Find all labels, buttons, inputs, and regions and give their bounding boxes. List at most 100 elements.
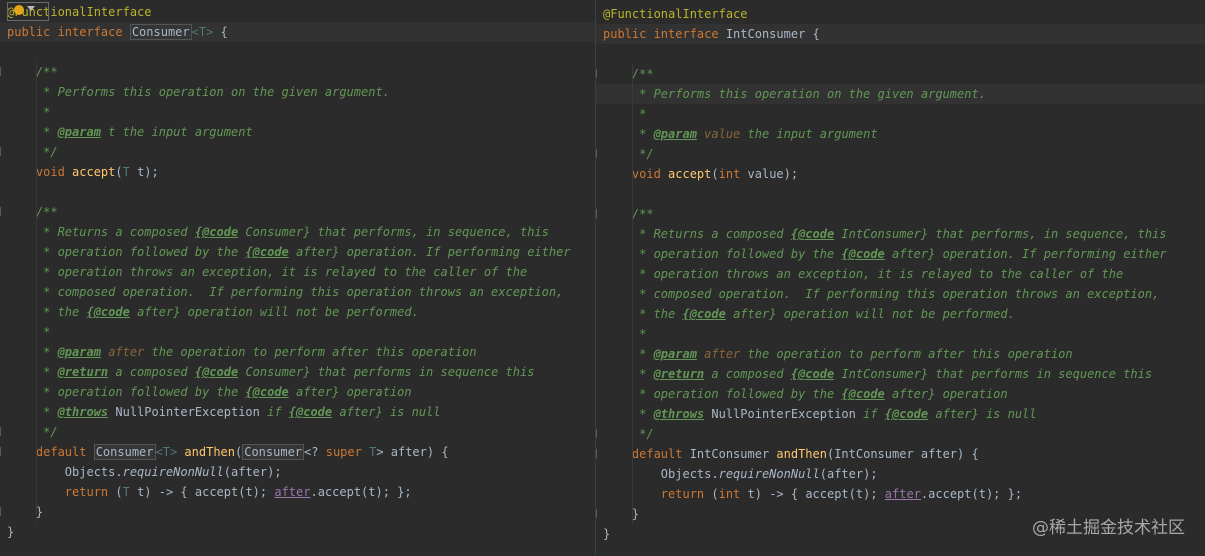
chevron-down-icon[interactable] [27, 6, 35, 11]
fold-marker-icon[interactable] [596, 429, 602, 438]
code-line[interactable]: */ [596, 424, 1205, 444]
code-line[interactable]: default IntConsumer andThen(IntConsumer … [596, 444, 1205, 464]
code-line[interactable]: */ [0, 422, 596, 442]
code-line[interactable] [596, 184, 1205, 204]
code-line[interactable]: /** [0, 62, 596, 82]
code-line[interactable]: */ [596, 144, 1205, 164]
code-line[interactable]: * the {@code after} operation will not b… [0, 302, 596, 322]
code-token: return [7, 485, 116, 499]
fold-marker-icon[interactable] [0, 507, 6, 516]
fold-marker-icon[interactable] [0, 67, 6, 76]
fold-marker-icon[interactable] [596, 449, 602, 458]
code-line[interactable]: * composed operation. If performing this… [0, 282, 596, 302]
fold-marker-icon[interactable] [596, 149, 602, 158]
code-line[interactable]: * operation followed by the {@code after… [0, 242, 596, 262]
left-code-area[interactable]: @FunctionalInterface public interface Con… [0, 2, 596, 542]
code-line[interactable]: @FunctionalInterface [0, 2, 596, 22]
code-line[interactable] [596, 44, 1205, 64]
code-token: @throws [653, 407, 705, 421]
code-token: Consumer [93, 444, 156, 460]
code-token: Consumer [242, 444, 305, 460]
fold-marker-icon[interactable] [596, 209, 602, 218]
code-line[interactable]: } [0, 522, 596, 542]
code-line[interactable] [0, 42, 596, 62]
code-token: (IntConsumer after) { [826, 447, 979, 461]
code-token: after} is null [332, 405, 441, 419]
indent-guide [36, 202, 37, 222]
code-line[interactable]: return (T t) -> { accept(t); after.accep… [0, 482, 596, 502]
code-line[interactable]: * @throws NullPointerException if {@code… [0, 402, 596, 422]
code-line[interactable]: return (int t) -> { accept(t); after.acc… [596, 484, 1205, 504]
code-token: after [274, 485, 311, 499]
fold-marker-icon[interactable] [0, 427, 6, 436]
indent-guide [632, 444, 633, 464]
code-line[interactable]: * operation throws an exception, it is r… [0, 262, 596, 282]
code-line[interactable]: * [0, 102, 596, 122]
fold-marker-icon[interactable] [0, 447, 6, 456]
fold-marker-icon[interactable] [0, 207, 6, 216]
code-token: * [7, 365, 58, 379]
code-token: * operation followed by the [7, 385, 246, 399]
code-token: after} operation will not be performed. [725, 307, 1015, 321]
code-line[interactable]: * @throws NullPointerException if {@code… [596, 404, 1205, 424]
code-line[interactable]: /** [596, 204, 1205, 224]
indent-guide [36, 482, 37, 502]
code-line[interactable]: /** [0, 202, 596, 222]
code-token: } [603, 527, 611, 541]
code-line[interactable]: * operation throws an exception, it is r… [596, 264, 1205, 284]
indent-guide [632, 224, 633, 244]
code-line[interactable]: Objects.requireNonNull(after); [0, 462, 596, 482]
code-line[interactable]: * Returns a composed {@code IntConsumer}… [596, 224, 1205, 244]
indent-guide [632, 404, 633, 424]
code-line[interactable]: * Performs this operation on the given a… [0, 82, 596, 102]
code-line[interactable]: * composed operation. If performing this… [596, 284, 1205, 304]
indent-guide [36, 382, 37, 402]
code-line[interactable]: * [0, 322, 596, 342]
code-token: * [603, 107, 647, 121]
code-line[interactable]: * @return a composed {@code Consumer} th… [0, 362, 596, 382]
code-token: * [7, 405, 58, 419]
left-editor-pane[interactable]: @FunctionalInterface public interface Con… [0, 0, 596, 556]
code-line[interactable]: * @param t the input argument [0, 122, 596, 142]
code-line[interactable]: * Returns a composed {@code Consumer} th… [0, 222, 596, 242]
code-line[interactable]: * [596, 324, 1205, 344]
code-line[interactable]: * [596, 104, 1205, 124]
code-line[interactable]: default Consumer <T> andThen(Consumer <? s… [0, 442, 596, 462]
code-line[interactable]: @FunctionalInterface [596, 4, 1205, 24]
code-line[interactable]: * @param value the input argument [596, 124, 1205, 144]
intention-bulb-icon[interactable] [14, 5, 24, 15]
code-line[interactable]: * Performs this operation on the given a… [596, 84, 1205, 104]
code-line[interactable]: * operation followed by the {@code after… [0, 382, 596, 402]
code-line[interactable]: * @param after the operation to perform … [0, 342, 596, 362]
code-line[interactable]: * operation followed by the {@code after… [596, 244, 1205, 264]
code-line[interactable]: void accept(T t); [0, 162, 596, 182]
code-token: * [7, 345, 58, 359]
indent-guide [632, 304, 633, 324]
code-line[interactable]: public interface Consumer <T> { [0, 22, 596, 42]
code-line[interactable]: * operation followed by the {@code after… [596, 384, 1205, 404]
code-line[interactable]: void accept(int value); [596, 164, 1205, 184]
right-editor-pane[interactable]: @FunctionalInterface public interface Int… [596, 0, 1205, 556]
fold-marker-icon[interactable] [596, 69, 602, 78]
code-line[interactable]: public interface IntConsumer { [596, 24, 1205, 44]
code-token: {@code [245, 385, 289, 399]
code-line[interactable]: /** [596, 64, 1205, 84]
code-line[interactable]: } [0, 502, 596, 522]
code-line[interactable]: * the {@code after} operation will not b… [596, 304, 1205, 324]
code-token: * [7, 105, 51, 119]
indent-guide [36, 362, 37, 382]
code-token: void [7, 165, 73, 179]
code-token: * operation followed by the [7, 245, 246, 259]
code-line[interactable]: */ [0, 142, 596, 162]
fold-marker-icon[interactable] [596, 509, 602, 518]
code-line[interactable] [0, 182, 596, 202]
code-token: IntConsumer { [725, 27, 820, 41]
code-line[interactable]: * @param after the operation to perform … [596, 344, 1205, 364]
indent-guide [36, 422, 37, 442]
right-code-area[interactable]: @FunctionalInterface public interface Int… [596, 4, 1205, 544]
indent-guide [632, 204, 633, 224]
code-line[interactable]: * @return a composed {@code IntConsumer}… [596, 364, 1205, 384]
code-line[interactable]: Objects.requireNonNull(after); [596, 464, 1205, 484]
code-token: if [259, 405, 289, 419]
fold-marker-icon[interactable] [0, 147, 6, 156]
